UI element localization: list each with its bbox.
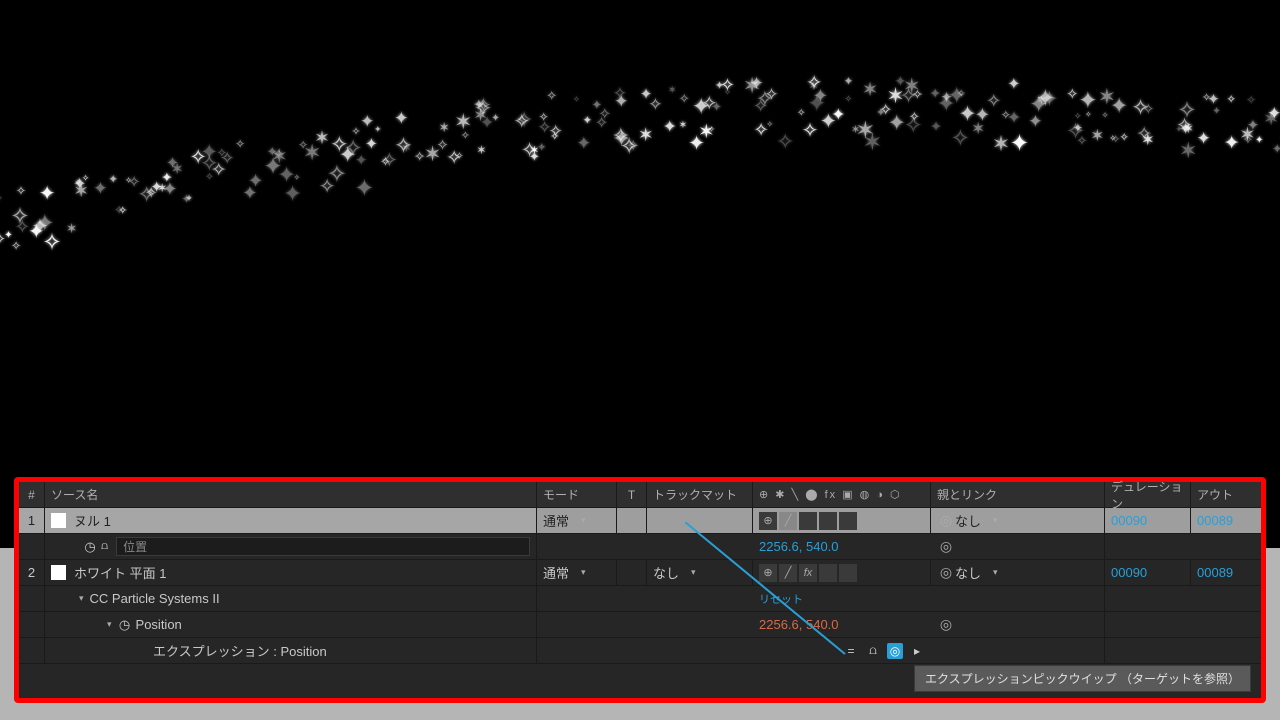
layer-name: ホワイト 平面 1 bbox=[74, 563, 166, 582]
collapse-switch[interactable]: ╱ bbox=[779, 564, 797, 582]
layer-row-2[interactable]: 2 ホワイト 平面 1 通常▾ なし▾ ⊕ ╱ fx ◎ なし▾ 00090 0… bbox=[19, 560, 1261, 586]
col-switches: ⊕ ✱ ╲ ⬤ fx ▣ ◍ ◑ ⬡ bbox=[753, 482, 931, 507]
layer-color-swatch bbox=[51, 565, 66, 580]
expression-label: エクスプレッション : Position bbox=[45, 638, 537, 663]
chevron-down-icon: ▾ bbox=[581, 515, 586, 526]
layer-name: ヌル 1 bbox=[74, 511, 111, 530]
preserve-transparency-toggle[interactable] bbox=[617, 560, 647, 585]
col-source-name: ソース名 bbox=[45, 482, 537, 507]
col-track-matte: トラックマット bbox=[647, 482, 753, 507]
collapse-switch[interactable]: ╱ bbox=[779, 512, 797, 530]
layer-name-cell: ホワイト 平面 1 bbox=[45, 560, 537, 585]
frame-blend-switch[interactable] bbox=[839, 512, 857, 530]
layer-switches[interactable]: ⊕ ╱ bbox=[753, 508, 931, 533]
composition-preview: ✦✧✧✧✧✧✧✦✧✦✧✦✦✦✶✧✦✶✦✧✧✦✧✧✧✧✧✧✶✦✦✦✶✦✧✦✧✦✦✧… bbox=[0, 0, 1280, 465]
effect-reset[interactable]: リセット bbox=[753, 586, 931, 611]
expression-pickwhip-icon[interactable]: ◎ bbox=[887, 643, 903, 659]
twirl-open-icon[interactable]: ▾ bbox=[79, 593, 84, 604]
expression-graph-icon[interactable]: ⩍ bbox=[865, 643, 881, 659]
shy-switch[interactable]: ⊕ bbox=[759, 564, 777, 582]
track-matte-dropdown[interactable] bbox=[647, 508, 753, 533]
layer-index: 1 bbox=[19, 508, 45, 533]
expression-controls: = ⩍ ◎ ▸ bbox=[753, 638, 931, 663]
effect-property-row[interactable]: ▾ ◷ Position 2256.6, 540.0 ◎ bbox=[19, 612, 1261, 638]
out-value[interactable]: 00089 bbox=[1191, 560, 1261, 585]
effect-property-name: Position bbox=[136, 617, 182, 632]
column-header-row: # ソース名 モード T トラックマット ⊕ ✱ ╲ ⬤ fx ▣ ◍ ◑ ⬡ … bbox=[19, 482, 1261, 508]
twirl-open-icon[interactable]: ▾ bbox=[107, 619, 112, 630]
expression-enable-icon[interactable]: = bbox=[843, 643, 859, 659]
layer-row-1[interactable]: 1 ヌル 1 通常▾ ⊕ ╱ ◎ なし▾ 00090 00089 bbox=[19, 508, 1261, 534]
motion-blur-switch[interactable] bbox=[819, 564, 837, 582]
col-number: # bbox=[19, 482, 45, 507]
col-mode: モード bbox=[537, 482, 617, 507]
layer-name-cell: ヌル 1 bbox=[45, 508, 537, 533]
out-value[interactable]: 00089 bbox=[1191, 508, 1261, 533]
col-t: T bbox=[617, 482, 647, 507]
layer-color-swatch bbox=[51, 513, 66, 528]
track-matte-dropdown[interactable]: なし▾ bbox=[647, 560, 753, 585]
effect-name: CC Particle Systems II bbox=[90, 591, 220, 606]
chevron-down-icon: ▾ bbox=[993, 567, 998, 578]
chevron-down-icon: ▾ bbox=[581, 567, 586, 578]
effect-position-value[interactable]: 2256.6, 540.0 bbox=[753, 612, 931, 637]
pickwhip-icon[interactable]: ◎ bbox=[937, 564, 955, 582]
property-row-position[interactable]: ◷ ⩍ 位置 2256.6, 540.0 ◎ bbox=[19, 534, 1261, 560]
expression-row[interactable]: エクスプレッション : Position = ⩍ ◎ ▸ bbox=[19, 638, 1261, 664]
graph-icon[interactable]: ⩍ bbox=[101, 540, 108, 553]
col-parent: 親とリンク bbox=[931, 482, 1105, 507]
parent-dropdown[interactable]: ◎ なし▾ bbox=[931, 508, 1105, 533]
pickwhip-icon[interactable]: ◎ bbox=[937, 512, 955, 530]
layer-index: 2 bbox=[19, 560, 45, 585]
pickwhip-icon[interactable]: ◎ bbox=[937, 538, 955, 556]
blend-mode-dropdown[interactable]: 通常▾ bbox=[537, 508, 617, 533]
duration-value[interactable]: 00090 bbox=[1105, 508, 1191, 533]
pickwhip-icon[interactable]: ◎ bbox=[937, 616, 955, 634]
effect-name-cell: ▾ CC Particle Systems II bbox=[45, 586, 537, 611]
chevron-down-icon: ▾ bbox=[691, 567, 696, 578]
duration-value[interactable]: 00090 bbox=[1105, 560, 1191, 585]
shy-switch[interactable]: ⊕ bbox=[759, 512, 777, 530]
tooltip: エクスプレッションピックウイップ （ターゲットを参照） bbox=[914, 665, 1251, 692]
quality-switch[interactable] bbox=[799, 512, 817, 530]
effect-row[interactable]: ▾ CC Particle Systems II リセット bbox=[19, 586, 1261, 612]
layer-switches[interactable]: ⊕ ╱ fx bbox=[753, 560, 931, 585]
effect-property-name-cell: ▾ ◷ Position bbox=[45, 612, 537, 637]
expression-language-menu-icon[interactable]: ▸ bbox=[909, 643, 925, 659]
preserve-transparency-toggle[interactable] bbox=[617, 508, 647, 533]
blend-mode-dropdown[interactable]: 通常▾ bbox=[537, 560, 617, 585]
col-out: アウト bbox=[1191, 482, 1261, 507]
property-name-input[interactable]: 位置 bbox=[116, 537, 530, 556]
parent-dropdown[interactable]: ◎ なし▾ bbox=[931, 560, 1105, 585]
fx-switch[interactable] bbox=[819, 512, 837, 530]
stopwatch-icon[interactable]: ◷ bbox=[83, 540, 97, 554]
adjustment-switch[interactable] bbox=[839, 564, 857, 582]
property-name-cell: ◷ ⩍ 位置 bbox=[45, 534, 537, 559]
fx-switch[interactable]: fx bbox=[799, 564, 817, 582]
stopwatch-icon[interactable]: ◷ bbox=[118, 618, 132, 632]
timeline-panel: # ソース名 モード T トラックマット ⊕ ✱ ╲ ⬤ fx ▣ ◍ ◑ ⬡ … bbox=[14, 477, 1266, 703]
position-value[interactable]: 2256.6, 540.0 bbox=[753, 534, 931, 559]
chevron-down-icon: ▾ bbox=[993, 515, 998, 526]
col-duration: デュレーション bbox=[1105, 482, 1191, 507]
